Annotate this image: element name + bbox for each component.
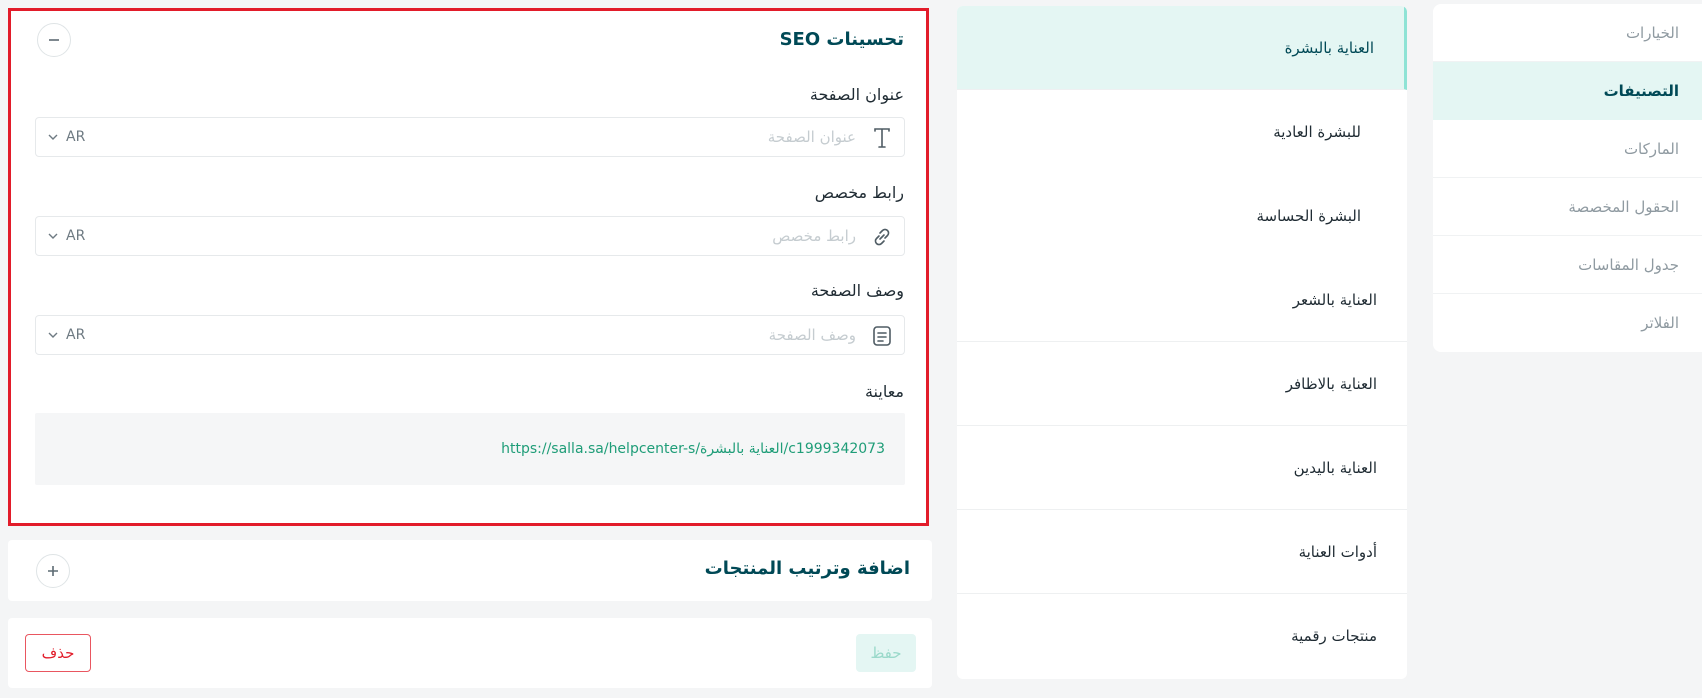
language-select[interactable]: AR	[48, 217, 85, 255]
preview-url: https://salla.sa/helpcenter-s/العناية با…	[501, 441, 885, 457]
products-panel-title: اضافة وترتيب المنتجات	[704, 558, 910, 579]
seo-preview: https://salla.sa/helpcenter-s/العناية با…	[35, 413, 905, 485]
custom-link-label: رابط مخصص	[814, 183, 904, 202]
settings-nav-item-options[interactable]: الخيارات	[1433, 4, 1702, 62]
category-item[interactable]: منتجات رقمية	[957, 594, 1407, 678]
page-description-input[interactable]	[206, 316, 856, 354]
products-panel[interactable]: اضافة وترتيب المنتجات	[8, 540, 932, 601]
chevron-down-icon	[48, 228, 58, 244]
page-description-label: وصف الصفحة	[810, 281, 904, 300]
category-item[interactable]: أدوات العناية	[957, 510, 1407, 594]
settings-nav-item-size-chart[interactable]: جدول المقاسات	[1433, 236, 1702, 294]
save-button[interactable]: حفظ	[856, 634, 916, 672]
settings-nav-item-categories[interactable]: التصنيفات	[1433, 62, 1702, 120]
page-title-label: عنوان الصفحة	[809, 85, 904, 104]
language-select[interactable]: AR	[48, 118, 85, 156]
plus-icon	[46, 559, 60, 583]
delete-button[interactable]: حذف	[25, 634, 91, 672]
chevron-down-icon	[48, 327, 58, 343]
page-title-input[interactable]	[206, 118, 856, 156]
subcategory-item[interactable]: للبشرة العادية	[957, 90, 1407, 174]
custom-link-field: AR	[35, 216, 905, 256]
settings-nav-item-filters[interactable]: الفلاتر	[1433, 294, 1702, 352]
category-item[interactable]: العناية بالاظافر	[957, 342, 1407, 426]
document-icon	[870, 324, 894, 348]
seo-panel: تحسينات SEO عنوان الصفحة AR رابط مخصص A	[8, 8, 929, 526]
settings-nav-item-custom-fields[interactable]: الحقول المخصصة	[1433, 178, 1702, 236]
settings-nav: الخيارات التصنيفات الماركات الحقول المخص…	[1433, 4, 1702, 352]
settings-nav-item-brands[interactable]: الماركات	[1433, 120, 1702, 178]
language-select-value: AR	[66, 228, 86, 244]
collapse-button[interactable]	[37, 23, 71, 57]
language-select[interactable]: AR	[48, 316, 85, 354]
link-icon	[870, 225, 894, 249]
category-item[interactable]: العناية بالشعر	[957, 258, 1407, 342]
subcategory-item[interactable]: البشرة الحساسة	[957, 174, 1407, 258]
page-title-field: AR	[35, 117, 905, 157]
actions-panel: حفظ حذف	[8, 618, 932, 688]
category-list: العناية بالبشرة للبشرة العادية البشرة ال…	[957, 6, 1407, 679]
text-icon	[870, 126, 894, 150]
category-item[interactable]: العناية باليدين	[957, 426, 1407, 510]
language-select-value: AR	[66, 129, 86, 145]
language-select-value: AR	[66, 327, 86, 343]
custom-link-input[interactable]	[206, 217, 856, 255]
page-description-field: AR	[35, 315, 905, 355]
chevron-down-icon	[48, 129, 58, 145]
seo-panel-title: تحسينات SEO	[779, 29, 904, 50]
preview-label: معاينة	[864, 382, 904, 401]
category-item[interactable]: العناية بالبشرة	[957, 6, 1407, 90]
expand-button[interactable]	[36, 554, 70, 588]
minus-icon	[47, 28, 61, 52]
